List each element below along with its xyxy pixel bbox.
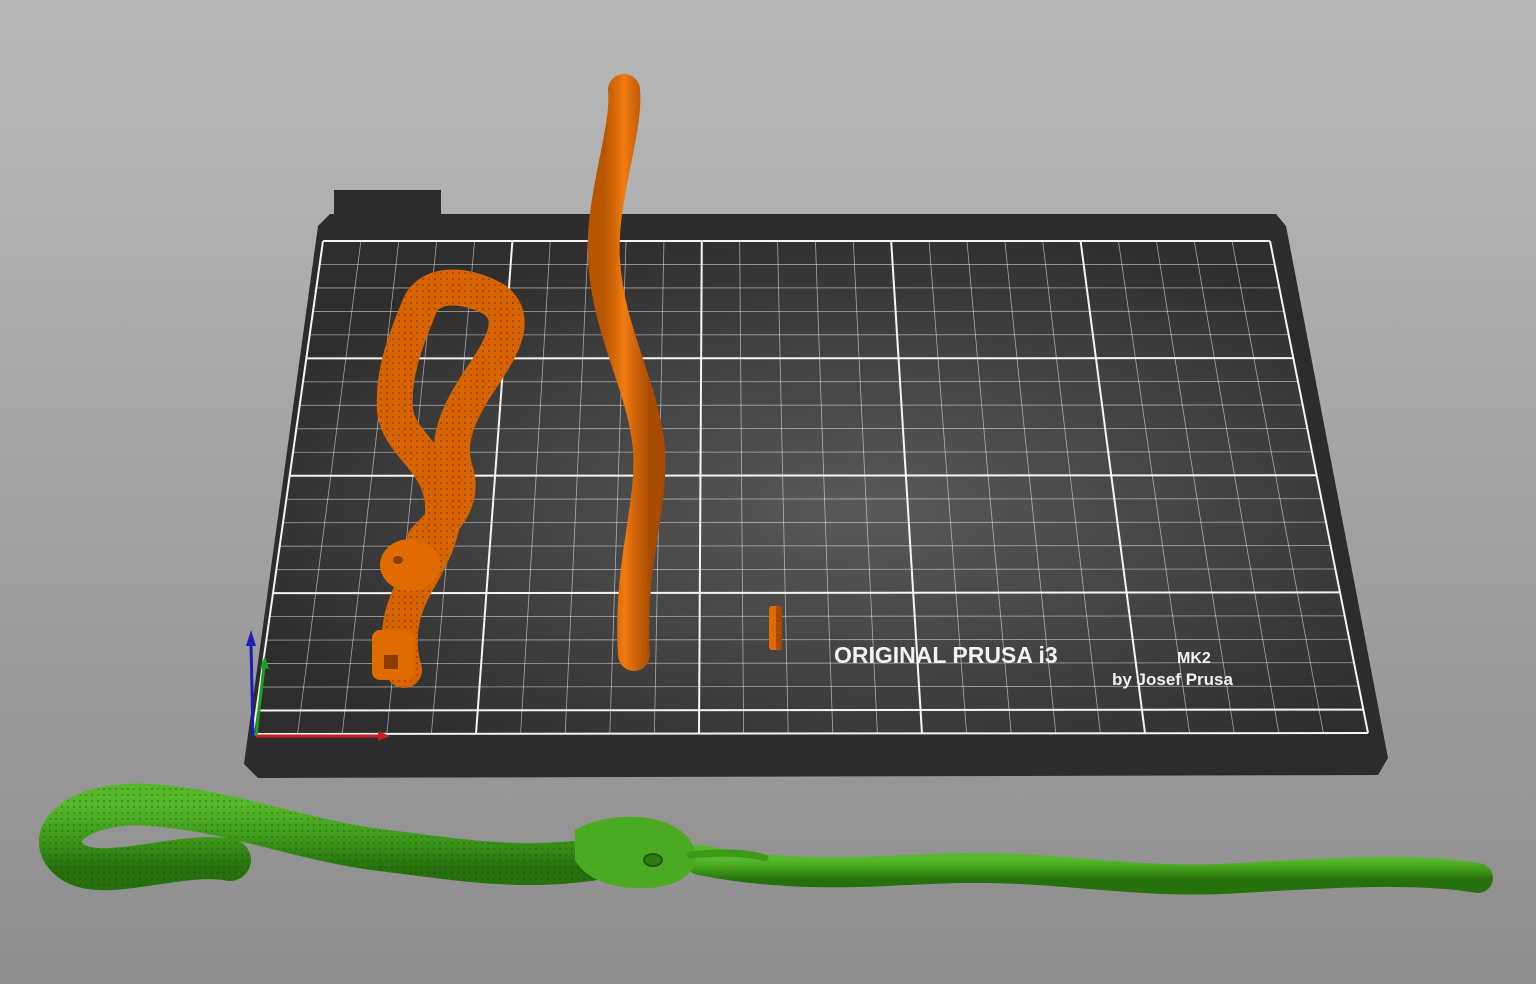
snake-full-tail[interactable] bbox=[685, 845, 1493, 895]
bed-logo-author: by Josef Prusa bbox=[1112, 670, 1233, 689]
print-bed: ORIGINAL PRUSA i3 MK2 by Josef Prusa bbox=[244, 190, 1388, 778]
bed-logo-title: ORIGINAL PRUSA i3 bbox=[834, 642, 1058, 668]
snake-coiled-eye bbox=[393, 556, 403, 564]
bed-logo-model: MK2 bbox=[1177, 650, 1211, 667]
z-axis bbox=[249, 643, 255, 737]
bed-grid-line-horizontal bbox=[272, 591, 1341, 595]
snake-full-eye bbox=[643, 853, 663, 867]
object-small-part[interactable] bbox=[769, 606, 782, 650]
bed-tab bbox=[334, 190, 441, 216]
scene-canvas[interactable]: ORIGINAL PRUSA i3 MK2 by Josef Prusa bbox=[0, 0, 1536, 984]
snake-coiled-head[interactable] bbox=[380, 539, 440, 591]
small-part-shade bbox=[776, 606, 782, 650]
bed-grid-line-horizontal bbox=[256, 708, 1364, 712]
snake-coiled-stub-hole bbox=[384, 655, 398, 669]
3d-viewport[interactable]: ORIGINAL PRUSA i3 MK2 by Josef Prusa bbox=[0, 0, 1536, 984]
bed-grid-line-horizontal bbox=[252, 732, 1369, 735]
